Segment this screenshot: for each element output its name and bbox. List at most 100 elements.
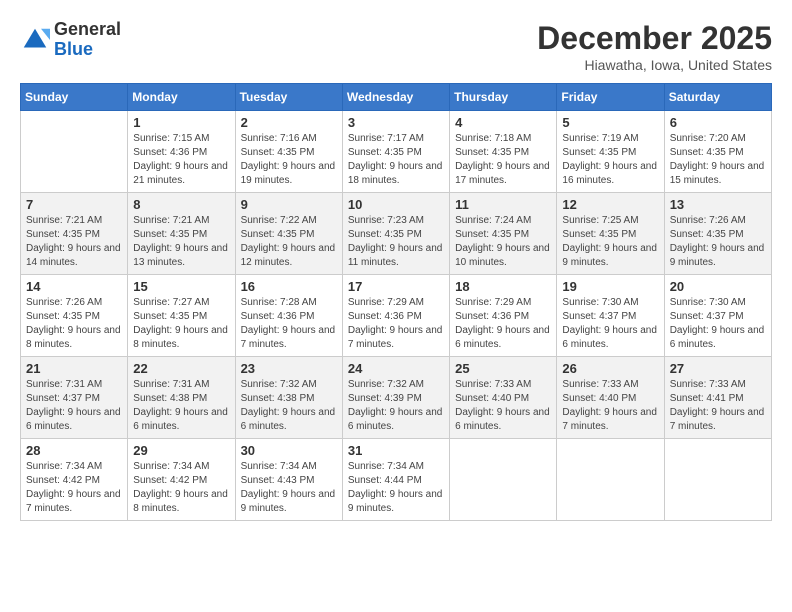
day-info: Sunrise: 7:22 AMSunset: 4:35 PMDaylight:… [241,214,337,270]
calendar-day-cell: 19 Sunrise: 7:30 AMSunset: 4:37 PMDayligh… [557,275,664,357]
day-number: 30 [241,443,337,458]
day-number: 12 [562,197,658,212]
calendar-table: SundayMondayTuesdayWednesdayThursdayFrid… [20,83,772,521]
day-number: 3 [348,115,444,130]
calendar-day-cell: 10 Sunrise: 7:23 AMSunset: 4:35 PMDayligh… [342,193,449,275]
calendar-day-cell: 15Sunrise: 7:27 AMSunset: 4:35 PMDayligh… [128,275,235,357]
calendar-day-cell: 13 Sunrise: 7:26 AMSunset: 4:35 PMDayligh… [664,193,771,275]
calendar-day-cell: 24Sunrise: 7:32 AMSunset: 4:39 PMDayligh… [342,357,449,439]
calendar-week-row: 28 Sunrise: 7:34 AMSunset: 4:42 PMDayligh… [21,439,772,521]
day-info: Sunrise: 7:18 AMSunset: 4:35 PMDaylight:… [455,132,551,188]
day-info: Sunrise: 7:23 AMSunset: 4:35 PMDaylight:… [348,214,444,270]
calendar-week-row: 7 Sunrise: 7:21 AMSunset: 4:35 PMDaylight… [21,193,772,275]
logo-blue: Blue [54,40,121,60]
calendar-day-cell: 31 Sunrise: 7:34 AMSunset: 4:44 PMDayligh… [342,439,449,521]
calendar-week-row: 1 Sunrise: 7:15 AMSunset: 4:36 PMDaylight… [21,111,772,193]
day-number: 17 [348,279,444,294]
day-info: Sunrise: 7:31 AMSunset: 4:38 PMDaylight:… [133,378,229,434]
day-number: 25 [455,361,551,376]
calendar-header-row: SundayMondayTuesdayWednesdayThursdayFrid… [21,84,772,111]
day-number: 10 [348,197,444,212]
calendar-day-cell: 16 Sunrise: 7:28 AMSunset: 4:36 PMDayligh… [235,275,342,357]
month-title: December 2025 [537,20,772,57]
calendar-day-cell: 25Sunrise: 7:33 AMSunset: 4:40 PMDayligh… [450,357,557,439]
day-number: 2 [241,115,337,130]
calendar-day-cell: 27Sunrise: 7:33 AMSunset: 4:41 PMDayligh… [664,357,771,439]
day-number: 18 [455,279,551,294]
day-info: Sunrise: 7:17 AMSunset: 4:35 PMDaylight:… [348,132,444,188]
weekday-header: Friday [557,84,664,111]
weekday-header: Wednesday [342,84,449,111]
day-number: 4 [455,115,551,130]
calendar-day-cell: 6Sunrise: 7:20 AMSunset: 4:35 PMDaylight… [664,111,771,193]
day-number: 15 [133,279,229,294]
day-info: Sunrise: 7:26 AMSunset: 4:35 PMDaylight:… [26,296,122,352]
day-info: Sunrise: 7:32 AMSunset: 4:39 PMDaylight:… [348,378,444,434]
calendar-day-cell: 18 Sunrise: 7:29 AMSunset: 4:36 PMDayligh… [450,275,557,357]
day-number: 29 [133,443,229,458]
calendar-day-cell: 28 Sunrise: 7:34 AMSunset: 4:42 PMDayligh… [21,439,128,521]
day-number: 22 [133,361,229,376]
day-info: Sunrise: 7:34 AMSunset: 4:42 PMDaylight:… [133,460,229,516]
day-number: 5 [562,115,658,130]
day-number: 19 [562,279,658,294]
calendar-day-cell [450,439,557,521]
day-number: 23 [241,361,337,376]
day-info: Sunrise: 7:32 AMSunset: 4:38 PMDaylight:… [241,378,337,434]
weekday-header: Sunday [21,84,128,111]
calendar-day-cell: 11 Sunrise: 7:24 AMSunset: 4:35 PMDayligh… [450,193,557,275]
weekday-header: Thursday [450,84,557,111]
calendar-day-cell: 30 Sunrise: 7:34 AMSunset: 4:43 PMDayligh… [235,439,342,521]
calendar-day-cell [21,111,128,193]
day-number: 26 [562,361,658,376]
logo-text: General Blue [54,20,121,60]
day-info: Sunrise: 7:30 AMSunset: 4:37 PMDaylight:… [562,296,658,352]
calendar-day-cell: 3 Sunrise: 7:17 AMSunset: 4:35 PMDaylight… [342,111,449,193]
calendar-week-row: 14 Sunrise: 7:26 AMSunset: 4:35 PMDayligh… [21,275,772,357]
weekday-header: Tuesday [235,84,342,111]
day-number: 8 [133,197,229,212]
calendar-day-cell: 14 Sunrise: 7:26 AMSunset: 4:35 PMDayligh… [21,275,128,357]
day-info: Sunrise: 7:34 AMSunset: 4:42 PMDaylight:… [26,460,122,516]
logo: General Blue [20,20,121,60]
day-info: Sunrise: 7:20 AMSunset: 4:35 PMDaylight:… [670,132,766,188]
day-number: 14 [26,279,122,294]
day-info: Sunrise: 7:21 AMSunset: 4:35 PMDaylight:… [26,214,122,270]
day-info: Sunrise: 7:28 AMSunset: 4:36 PMDaylight:… [241,296,337,352]
day-number: 27 [670,361,766,376]
calendar-day-cell: 20Sunrise: 7:30 AMSunset: 4:37 PMDayligh… [664,275,771,357]
day-info: Sunrise: 7:15 AMSunset: 4:36 PMDaylight:… [133,132,229,188]
calendar-day-cell: 29 Sunrise: 7:34 AMSunset: 4:42 PMDayligh… [128,439,235,521]
day-number: 31 [348,443,444,458]
day-info: Sunrise: 7:30 AMSunset: 4:37 PMDaylight:… [670,296,766,352]
day-number: 21 [26,361,122,376]
day-info: Sunrise: 7:19 AMSunset: 4:35 PMDaylight:… [562,132,658,188]
day-info: Sunrise: 7:24 AMSunset: 4:35 PMDaylight:… [455,214,551,270]
calendar-day-cell: 7 Sunrise: 7:21 AMSunset: 4:35 PMDaylight… [21,193,128,275]
day-info: Sunrise: 7:34 AMSunset: 4:44 PMDaylight:… [348,460,444,516]
calendar-day-cell: 21 Sunrise: 7:31 AMSunset: 4:37 PMDayligh… [21,357,128,439]
calendar-day-cell: 9 Sunrise: 7:22 AMSunset: 4:35 PMDaylight… [235,193,342,275]
calendar-day-cell [557,439,664,521]
day-info: Sunrise: 7:33 AMSunset: 4:40 PMDaylight:… [562,378,658,434]
day-number: 11 [455,197,551,212]
day-info: Sunrise: 7:26 AMSunset: 4:35 PMDaylight:… [670,214,766,270]
day-number: 16 [241,279,337,294]
day-info: Sunrise: 7:16 AMSunset: 4:35 PMDaylight:… [241,132,337,188]
day-number: 1 [133,115,229,130]
day-number: 28 [26,443,122,458]
calendar-day-cell: 2 Sunrise: 7:16 AMSunset: 4:35 PMDaylight… [235,111,342,193]
logo-general: General [54,20,121,40]
day-info: Sunrise: 7:31 AMSunset: 4:37 PMDaylight:… [26,378,122,434]
page-header: General Blue December 2025 Hiawatha, Iow… [20,20,772,73]
day-info: Sunrise: 7:25 AMSunset: 4:35 PMDaylight:… [562,214,658,270]
day-number: 7 [26,197,122,212]
day-number: 13 [670,197,766,212]
calendar-day-cell: 26 Sunrise: 7:33 AMSunset: 4:40 PMDayligh… [557,357,664,439]
calendar-day-cell: 5 Sunrise: 7:19 AMSunset: 4:35 PMDaylight… [557,111,664,193]
day-info: Sunrise: 7:21 AMSunset: 4:35 PMDaylight:… [133,214,229,270]
day-info: Sunrise: 7:29 AMSunset: 4:36 PMDaylight:… [455,296,551,352]
day-info: Sunrise: 7:34 AMSunset: 4:43 PMDaylight:… [241,460,337,516]
calendar-day-cell: 12 Sunrise: 7:25 AMSunset: 4:35 PMDayligh… [557,193,664,275]
day-number: 9 [241,197,337,212]
